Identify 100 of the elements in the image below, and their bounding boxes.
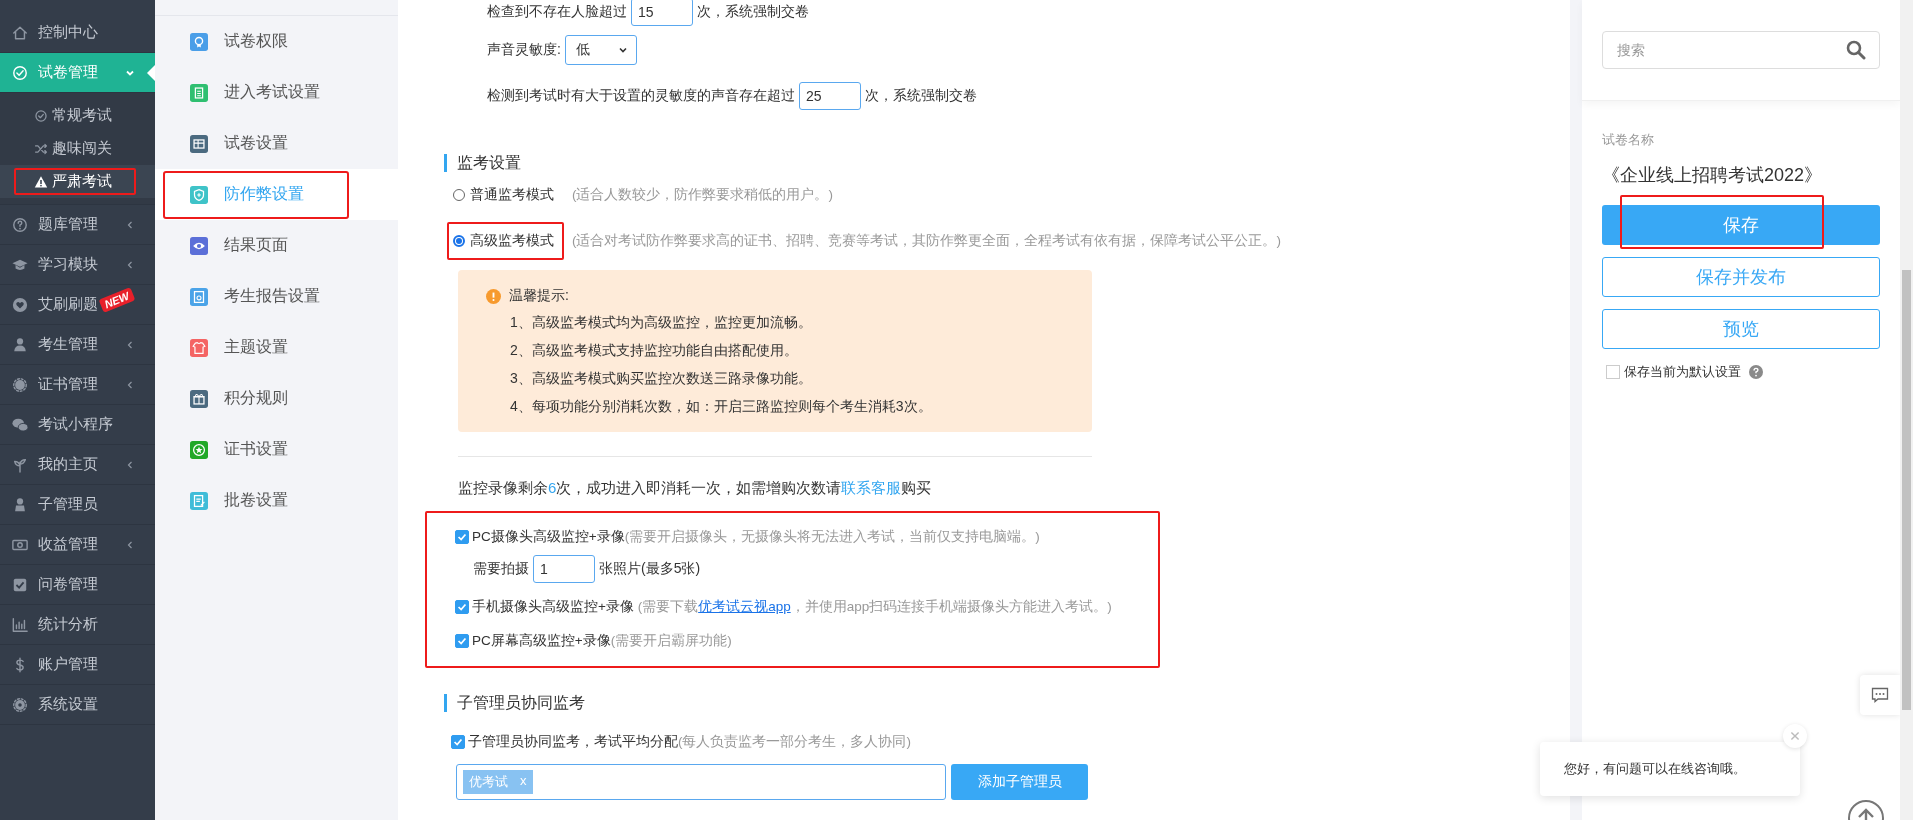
gear-icon: [12, 376, 28, 393]
sidebar-label: 考试小程序: [38, 415, 113, 434]
checkmark-icon: [456, 531, 468, 543]
question-circle-icon: [12, 216, 28, 233]
bar-chart-icon: [12, 616, 28, 633]
nav-label: 试卷权限: [224, 31, 288, 51]
checkbox[interactable]: [455, 530, 469, 544]
caret-icon: [617, 45, 628, 55]
settings-nav-item[interactable]: 进入考试设置: [155, 67, 398, 118]
checkmark-icon: [452, 736, 464, 748]
nav-label: 考生报告设置: [224, 286, 320, 306]
close-icon: [1789, 730, 1801, 742]
setting-label: 次，系统强制交卷: [865, 87, 977, 105]
checkbox[interactable]: [1606, 365, 1620, 379]
sidebar-label: 系统设置: [38, 695, 98, 714]
submenu-item[interactable]: 严肃考试: [14, 168, 136, 195]
sidebar-label: 艾刷刷题: [38, 295, 98, 314]
nav-label: 主题设置: [224, 337, 288, 357]
submenu-label: 常规考试: [52, 106, 112, 125]
person-icon: [12, 496, 28, 513]
new-badge: NEW: [98, 287, 136, 313]
settings-nav-item[interactable]: 结果页面: [155, 220, 398, 271]
chat-button[interactable]: [1860, 675, 1900, 715]
sidebar-label: 账户管理: [38, 655, 98, 674]
shuffle-icon: [34, 141, 48, 156]
tip-text: 2、高级监考模式支持监控功能自由搭配使用。: [509, 341, 799, 360]
mode-note: (适合人数较少，防作弊要求稍低的用户。): [572, 186, 833, 204]
submenu-item[interactable]: 常规考试: [14, 102, 136, 129]
tip-text: 3、高级监考模式购买监控次数送三路录像功能。: [509, 369, 813, 388]
exclamation-icon: [486, 288, 501, 304]
nav-label: 结果页面: [224, 235, 288, 255]
help-icon: [1749, 365, 1763, 379]
quota-text: 监控录像剩余6次，成功进入即消耗一次，如需增购次数请联系客服购买: [458, 479, 933, 498]
person-icon: [12, 336, 28, 353]
nav-label: 批卷设置: [224, 490, 288, 510]
input-field[interactable]: 1: [533, 555, 595, 583]
checkbox[interactable]: [455, 634, 469, 648]
nav-label: 防作弊设置: [224, 184, 304, 204]
search-icon: [1846, 40, 1866, 60]
checkbox-icon: [12, 576, 28, 593]
tip-text: 1、高级监考模式均为高级监控，监控更加流畅。: [509, 313, 813, 332]
message-icon: [1870, 685, 1890, 705]
setting-label: 检查到不存在人脸超过: [487, 3, 627, 21]
mode-note: (适合对考试防作弊要求高的证书、招聘、竞赛等考试，其防作弊更全面，全程考试有依有据，保障考试公平公正。): [572, 232, 1281, 250]
checkmark-icon: [456, 635, 468, 647]
settings-nav-item[interactable]: 试卷权限: [155, 16, 398, 67]
option-label: 手机摄像头高级监控+录像 (需要下载优考试云视app，并使用app扫码连接手机端摄像头方能进入考试。): [472, 598, 1112, 616]
nav-label: 进入考试设置: [224, 82, 320, 102]
submenu-label: 趣味闯关: [52, 139, 112, 158]
radio-option[interactable]: 高级监考模式: [447, 222, 564, 260]
setting-label: 检测到考试时有大于设置的灵敏度的声音存在超过: [487, 87, 795, 105]
sidebar-item[interactable]: 艾刷刷题 NEW: [0, 285, 155, 325]
paper-title: 《企业线上招聘考试2022》: [1602, 164, 1824, 187]
gear-icon: [12, 696, 28, 713]
sidebar-label: 问卷管理: [38, 575, 98, 594]
sidebar-label: 控制中心: [38, 23, 98, 42]
sidebar-label: 证书管理: [38, 375, 98, 394]
checkbox[interactable]: [451, 735, 465, 749]
sidebar-label: 题库管理: [38, 215, 98, 234]
scrollbar[interactable]: [1900, 0, 1913, 820]
sensitivity-select[interactable]: 低: [564, 35, 637, 65]
sidebar-label: 试卷管理: [38, 63, 98, 82]
radio-option[interactable]: 普通监考模式: [447, 176, 564, 214]
submenu-item[interactable]: 趣味闯关: [14, 135, 136, 162]
chat-bubbles-icon: [12, 416, 28, 433]
sidebar-label: 统计分析: [38, 615, 98, 634]
field-label: 试卷名称: [1602, 131, 1655, 149]
check-circle-icon: [34, 108, 48, 123]
sidebar-label: 考生管理: [38, 335, 98, 354]
option-label: 子管理员协同监考，考试平均分配(每人负责监考一部分考生，多人协同): [468, 733, 911, 751]
scrollbar-thumb[interactable]: [1902, 270, 1911, 710]
warning-icon: [34, 174, 48, 189]
settings-nav-item[interactable]: 考生报告设置: [155, 271, 398, 322]
check-circle-icon: [12, 64, 28, 81]
nav-label: 证书设置: [224, 439, 288, 459]
sidebar-label: 我的主页: [38, 455, 98, 474]
settings-nav-item[interactable]: 试卷设置: [155, 118, 398, 169]
settings-nav-item[interactable]: 证书设置: [155, 424, 398, 475]
submenu-label: 严肃考试: [52, 172, 112, 191]
input-field[interactable]: 25: [799, 82, 861, 110]
setting-label: 需要拍摄: [473, 560, 529, 578]
popup-message: 您好，有问题可以在线咨询哦。: [1564, 760, 1746, 778]
option-label: PC屏幕高级监控+录像(需要开启霸屏功能): [472, 632, 732, 650]
setting-label: 声音灵敏度:: [487, 41, 561, 59]
checkmark-icon: [456, 601, 468, 613]
option-label: PC摄像头高级监控+录像(需要开启摄像头，无摄像头将无法进入考试，当前仅支持电脑端。): [472, 528, 1040, 546]
search-field[interactable]: 搜索: [1602, 31, 1880, 69]
sidebar-label: 子管理员: [38, 495, 98, 514]
settings-nav-item[interactable]: 主题设置: [155, 322, 398, 373]
tip-text: 4、每项功能分别消耗次数，如：开启三路监控则每个考生消耗3次。: [509, 397, 933, 416]
close-button[interactable]: [1783, 724, 1807, 748]
nav-label: 试卷设置: [224, 133, 288, 153]
input-field[interactable]: 15: [631, 0, 693, 26]
app-link[interactable]: 优考试云视app: [698, 599, 791, 614]
settings-nav-item[interactable]: 批卷设置: [155, 475, 398, 526]
sidebar-label: 收益管理: [38, 535, 98, 554]
settings-nav-item[interactable]: 积分规则: [155, 373, 398, 424]
checkbox[interactable]: [455, 600, 469, 614]
sidebar-label: 学习模块: [38, 255, 98, 274]
setting-label: 次，系统强制交卷: [697, 3, 809, 21]
